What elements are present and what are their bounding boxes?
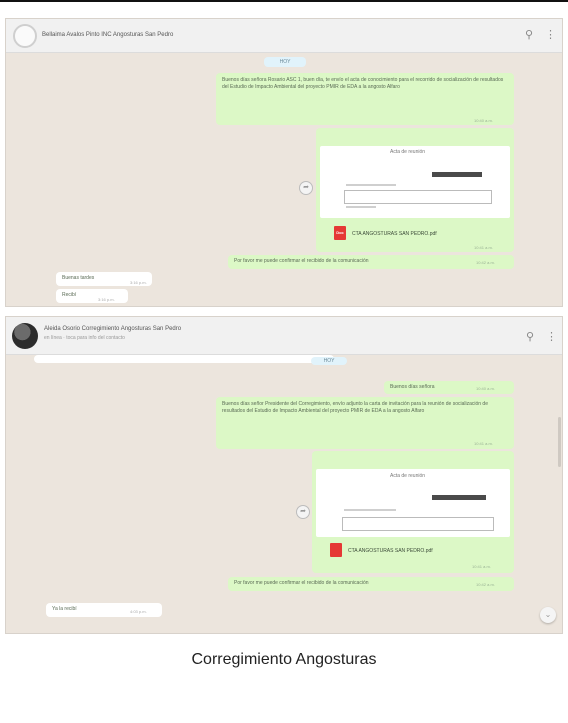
message-text: Por favor me puede confirmar el recibido… xyxy=(234,580,369,586)
chat-screenshot-1: Bellaima Avalos Pinto INC Angosturas San… xyxy=(5,18,563,307)
message-text: Buenos días señora Rosario ASC 1, buen d… xyxy=(222,77,504,90)
message-time: 10:40 a.m. xyxy=(476,386,495,391)
document-message[interactable]: Acta de reunión CTA ANGOSTURAS SAN PEDRO… xyxy=(312,451,514,573)
file-time: 10:41 a.m. xyxy=(472,564,491,569)
message-time: 10:40 a.m. xyxy=(474,118,493,123)
message-time: 10:42 a.m. xyxy=(476,260,495,265)
message-time: 10:42 a.m. xyxy=(476,582,495,587)
outgoing-message: Buenos días señora Rosario ASC 1, buen d… xyxy=(216,73,514,125)
doc-table xyxy=(342,517,494,531)
date-separator: HOY xyxy=(311,357,347,365)
doc-redaction xyxy=(432,495,486,500)
doc-line xyxy=(344,509,396,511)
scroll-down-button[interactable]: ⌄ xyxy=(540,607,556,623)
search-icon[interactable]: ⚲ xyxy=(525,30,533,41)
message-text: Buenos días señor Presidente del Corregi… xyxy=(222,401,488,414)
doc-header: Acta de reunión xyxy=(390,473,426,479)
chat-header: Aleida Osorio Corregimiento Angosturas S… xyxy=(6,317,562,355)
pdf-icon: Doc xyxy=(334,226,346,240)
search-icon[interactable]: ⚲ xyxy=(526,332,534,343)
document-preview[interactable]: Acta de reunión xyxy=(320,146,510,218)
doc-table xyxy=(344,190,492,204)
message-time: 10:41 a.m. xyxy=(474,441,493,446)
contact-avatar[interactable] xyxy=(12,323,38,349)
message-time: 4:03 p.m. xyxy=(130,609,147,614)
outgoing-message: Por favor me puede confirmar el recibido… xyxy=(228,577,514,591)
file-name[interactable]: CTA ANGOSTURAS SAN PEDRO.pdf xyxy=(352,231,437,238)
message-time: 3:16 p.m. xyxy=(130,280,147,285)
forward-icon[interactable]: ➦ xyxy=(296,505,310,519)
forward-icon[interactable]: ➦ xyxy=(299,181,313,195)
clipped-message xyxy=(34,355,334,363)
pdf-icon xyxy=(330,543,342,557)
document-message[interactable]: Acta de reunión Doc CTA ANGOSTURAS SAN P… xyxy=(316,128,514,252)
document-preview[interactable]: Acta de reunión xyxy=(316,469,510,537)
message-text: Por favor me puede confirmar el recibido… xyxy=(234,258,369,264)
contact-avatar[interactable] xyxy=(13,24,37,48)
doc-redaction xyxy=(432,172,482,177)
message-text: Recibí xyxy=(62,292,77,298)
contact-status: en línea · toca para info del contacto xyxy=(44,335,125,341)
file-time: 10:41 a.m. xyxy=(474,245,493,250)
scrollbar[interactable] xyxy=(558,417,561,467)
top-rule xyxy=(0,0,568,2)
figure-caption: Corregimiento Angosturas xyxy=(191,651,377,668)
message-text: Ya la recibí xyxy=(52,606,77,612)
message-time: 3:16 p.m. xyxy=(98,297,115,302)
more-icon[interactable]: ⋮ xyxy=(545,30,556,41)
incoming-message: Recibí xyxy=(56,289,128,303)
outgoing-message: Buenos días señor Presidente del Corregi… xyxy=(216,397,514,449)
doc-line xyxy=(346,206,376,208)
doc-header: Acta de reunión xyxy=(390,149,426,155)
chat-header: Bellaima Avalos Pinto INC Angosturas San… xyxy=(6,19,562,53)
more-icon[interactable]: ⋮ xyxy=(546,332,557,343)
contact-name[interactable]: Aleida Osorio Corregimiento Angosturas S… xyxy=(44,326,181,332)
date-separator: HOY xyxy=(264,57,306,67)
message-text: Buenos días señora xyxy=(390,384,435,390)
file-name[interactable]: CTA ANGOSTURAS SAN PEDRO.pdf xyxy=(348,548,433,555)
doc-line xyxy=(346,184,396,186)
chat-screenshot-2: Aleida Osorio Corregimiento Angosturas S… xyxy=(5,316,563,634)
outgoing-message: Por favor me puede confirmar el recibido… xyxy=(228,255,514,269)
message-text: Buenas tardes xyxy=(62,275,95,281)
contact-name[interactable]: Bellaima Avalos Pinto INC Angosturas San… xyxy=(42,32,173,38)
